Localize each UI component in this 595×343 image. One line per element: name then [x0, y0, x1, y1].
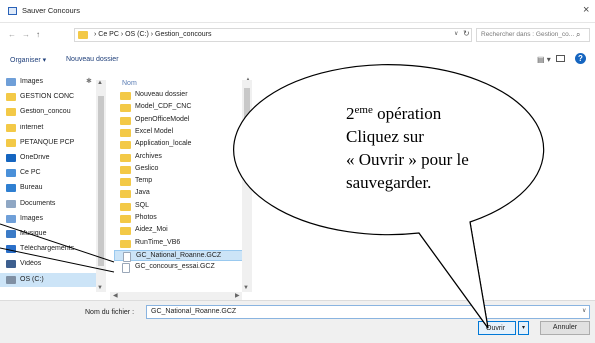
callout-line-3: « Ouvrir » pour le: [346, 150, 469, 169]
callout-line-1: 2eme opération: [346, 104, 442, 123]
callout-superscript: eme: [354, 104, 373, 116]
pointer-line: [0, 223, 115, 263]
pointer-line: [0, 247, 115, 273]
callout-overlay: [0, 64, 545, 329]
callout-line-2: Cliquez sur: [346, 127, 424, 146]
callout-bubble-tail: [418, 221, 489, 329]
callout-line-4: sauvegarder.: [346, 173, 432, 192]
